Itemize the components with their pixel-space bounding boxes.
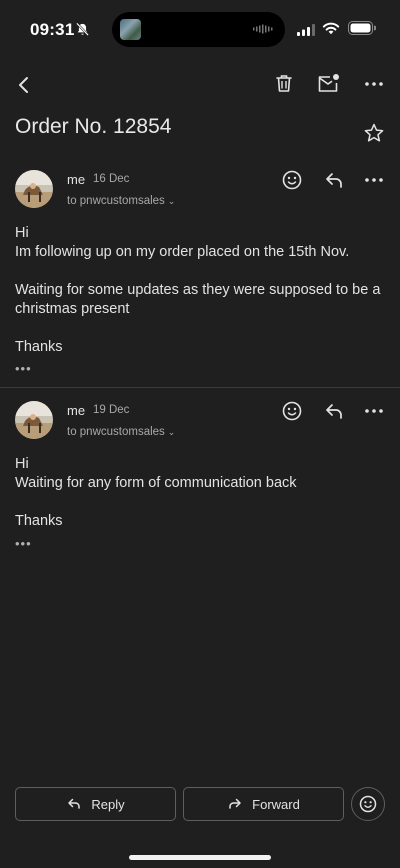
more-icon[interactable] <box>361 71 387 97</box>
show-trimmed-content-button[interactable]: ••• <box>15 361 32 376</box>
show-trimmed-content-button[interactable]: ••• <box>15 536 32 551</box>
message-body: Hi Waiting for any form of communication… <box>15 456 297 529</box>
recipient-details[interactable]: to pnwcustomsales ⌄ <box>67 426 175 438</box>
avatar[interactable] <box>15 170 53 208</box>
message-date: 16 Dec <box>93 173 130 185</box>
reply-button-label: Reply <box>91 796 125 812</box>
now-playing-thumbnail <box>120 19 141 40</box>
message-date: 19 Dec <box>93 404 130 416</box>
chevron-down-icon: ⌄ <box>167 196 176 206</box>
message-divider <box>0 387 400 388</box>
recipient-details[interactable]: to pnwcustomsales ⌄ <box>67 195 175 207</box>
reply-icon[interactable] <box>321 398 347 424</box>
forward-button-label: Forward <box>252 796 300 812</box>
avatar[interactable] <box>15 401 53 439</box>
chevron-down-icon: ⌄ <box>167 427 176 437</box>
top-toolbar <box>0 62 400 106</box>
message-body: Hi Im following up on my order placed on… <box>15 225 381 355</box>
add-reaction-icon[interactable] <box>279 398 305 424</box>
more-icon[interactable] <box>361 398 387 424</box>
signal-icon <box>297 24 315 36</box>
status-time: 09:31 <box>30 20 75 39</box>
add-reaction-icon <box>359 795 377 813</box>
dynamic-island <box>112 12 285 47</box>
reply-button[interactable]: Reply <box>15 787 176 821</box>
star-icon[interactable] <box>362 121 386 145</box>
mark-unread-icon[interactable] <box>315 71 341 97</box>
bell-slash-icon <box>75 22 90 37</box>
recipient-text: to pnwcustomsales <box>67 426 165 438</box>
home-indicator[interactable] <box>129 855 271 860</box>
battery-icon <box>348 21 376 35</box>
more-icon[interactable] <box>361 167 387 193</box>
reply-icon[interactable] <box>321 167 347 193</box>
add-reaction-button[interactable] <box>351 787 385 821</box>
status-bar: 09:31 <box>0 0 400 58</box>
sender-name: me <box>67 403 86 418</box>
forward-button[interactable]: Forward <box>183 787 344 821</box>
sender-name: me <box>67 172 86 187</box>
forward-icon <box>229 798 241 809</box>
trash-icon[interactable] <box>271 71 297 97</box>
add-reaction-icon[interactable] <box>279 167 305 193</box>
email-subject: Order No. 12854 <box>15 115 172 138</box>
audio-wave-icon <box>253 24 273 34</box>
back-arrow-icon[interactable] <box>10 70 40 100</box>
wifi-icon <box>322 21 340 35</box>
reply-icon <box>68 798 81 809</box>
recipient-text: to pnwcustomsales <box>67 195 165 207</box>
